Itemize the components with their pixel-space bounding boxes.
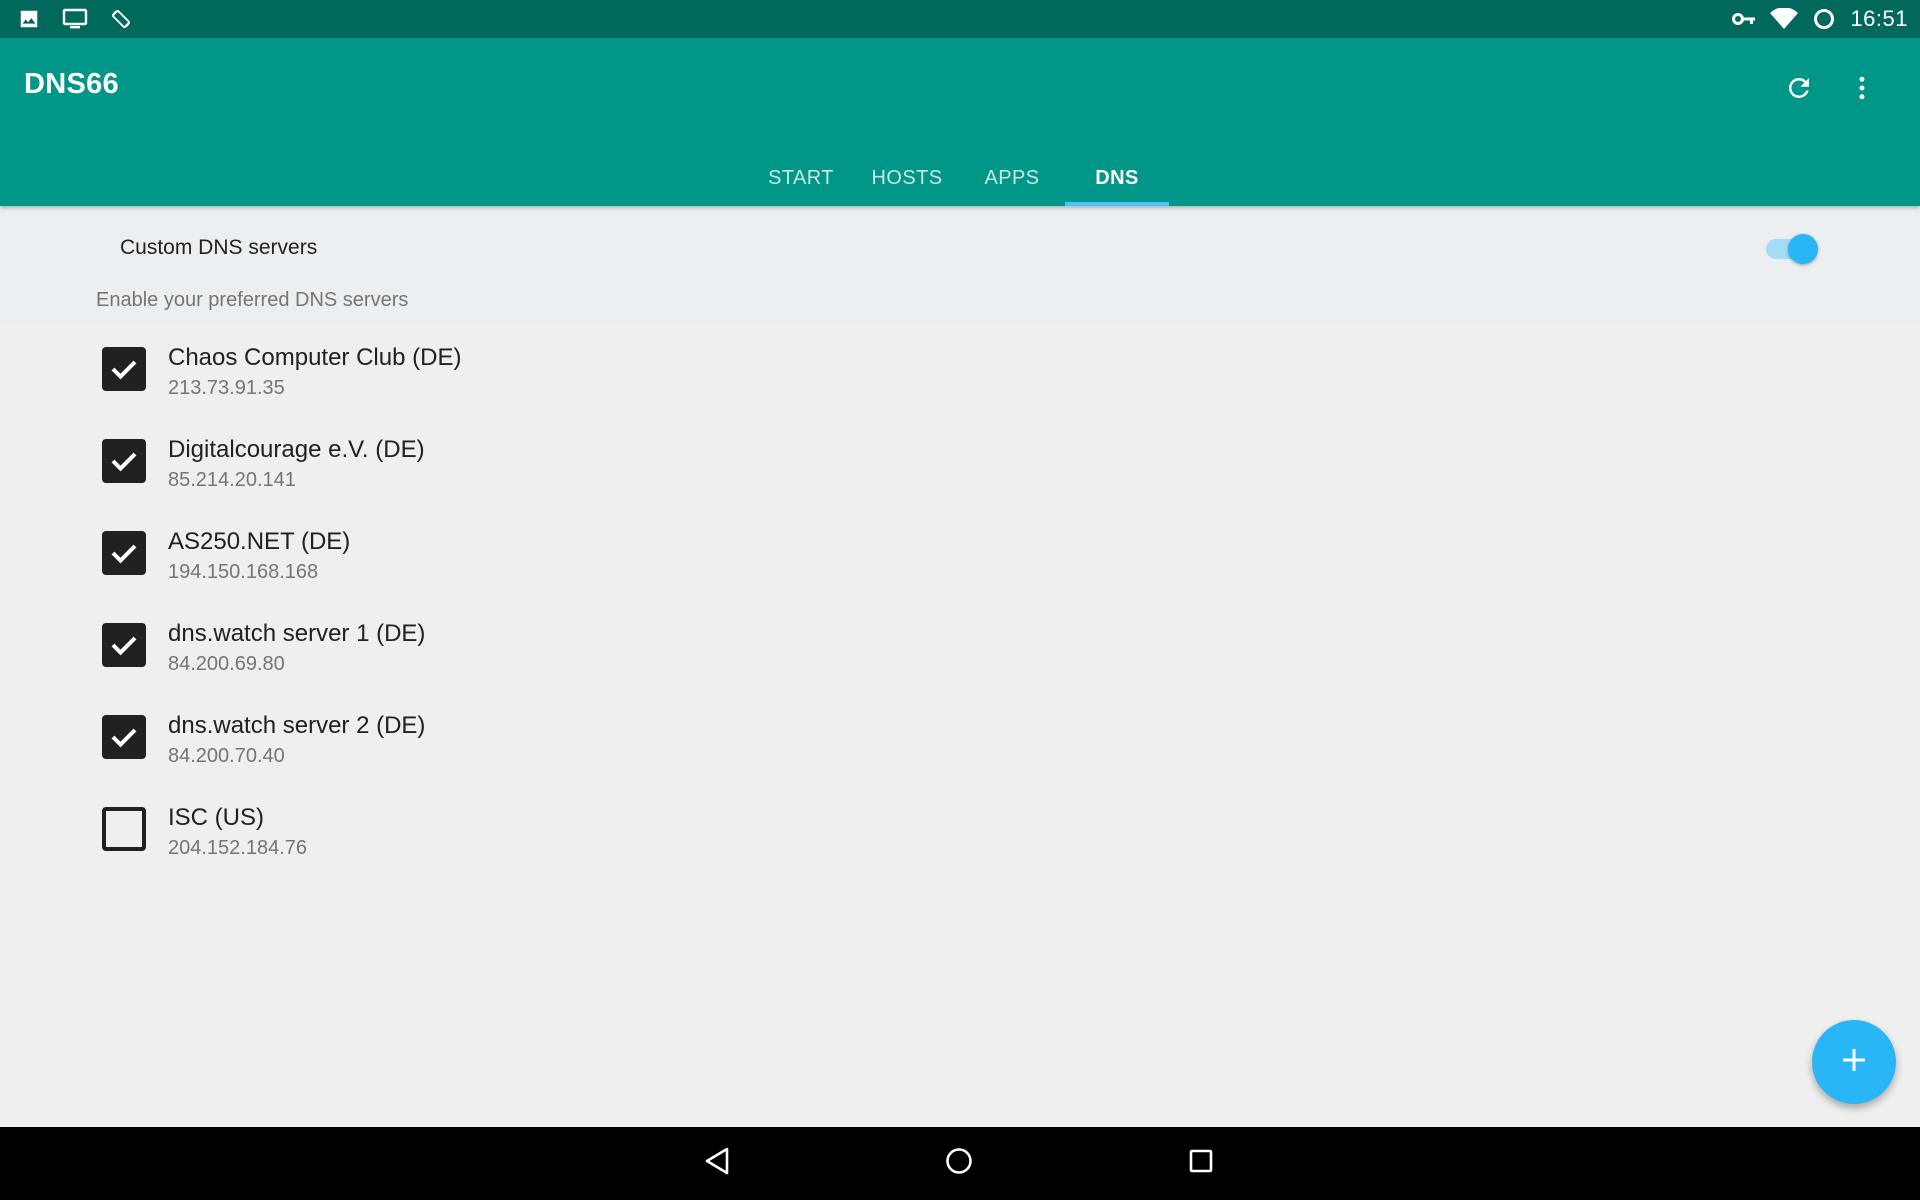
tab-hosts[interactable]: HOSTS bbox=[862, 150, 952, 206]
dns-server-item[interactable]: Chaos Computer Club (DE) 213.73.91.35 bbox=[0, 330, 1920, 422]
dns-server-ip: 84.200.69.80 bbox=[168, 653, 285, 675]
status-system: 16:51 bbox=[1718, 6, 1908, 32]
tab-indicator bbox=[1065, 202, 1169, 206]
recents-button[interactable] bbox=[1173, 1137, 1229, 1189]
dns-server-name: dns.watch server 2 (DE) bbox=[168, 712, 426, 739]
check-icon bbox=[111, 636, 137, 656]
tab-start[interactable]: START bbox=[756, 150, 846, 206]
status-notifications bbox=[18, 8, 154, 30]
app-title: DNS66 bbox=[24, 68, 119, 100]
dns-server-name: dns.watch server 1 (DE) bbox=[168, 620, 426, 647]
custom-dns-header: Custom DNS servers Enable your preferred… bbox=[0, 206, 1920, 324]
screen-rotation-icon bbox=[110, 8, 132, 30]
dns-server-item[interactable]: AS250.NET (DE) 194.150.168.168 bbox=[0, 514, 1920, 606]
status-clock: 16:51 bbox=[1850, 6, 1908, 31]
sync-circle-icon bbox=[1812, 7, 1836, 31]
home-button[interactable] bbox=[931, 1137, 987, 1189]
app-bar: DNS66 START HOSTS APPS DNS bbox=[0, 38, 1920, 206]
dns-server-checkbox[interactable] bbox=[102, 807, 146, 851]
dns-server-name: Chaos Computer Club (DE) bbox=[168, 344, 462, 371]
dns-server-checkbox[interactable] bbox=[102, 623, 146, 667]
status-bar: 16:51 bbox=[0, 0, 1920, 38]
dns-server-ip: 204.152.184.76 bbox=[168, 837, 308, 859]
check-icon bbox=[111, 728, 137, 748]
back-button[interactable] bbox=[689, 1137, 745, 1189]
dns-server-item[interactable]: Digitalcourage e.V. (DE) 85.214.20.141 bbox=[0, 422, 1920, 514]
vpn-key-icon bbox=[1732, 9, 1756, 29]
image-icon bbox=[18, 8, 40, 30]
dns-server-item[interactable]: dns.watch server 2 (DE) 84.200.70.40 bbox=[0, 698, 1920, 790]
back-icon bbox=[702, 1146, 732, 1181]
tab-dns[interactable]: DNS bbox=[1065, 150, 1169, 206]
wifi-icon bbox=[1770, 8, 1799, 30]
dns-server-checkbox[interactable] bbox=[102, 715, 146, 759]
dns-server-name: AS250.NET (DE) bbox=[168, 528, 351, 555]
add-dns-server-button[interactable] bbox=[1812, 1020, 1896, 1104]
dns-server-checkbox[interactable] bbox=[102, 347, 146, 391]
home-icon bbox=[944, 1146, 974, 1181]
dns-server-name: Digitalcourage e.V. (DE) bbox=[168, 436, 425, 463]
custom-dns-title: Custom DNS servers bbox=[120, 236, 318, 259]
custom-dns-summary: Enable your preferred DNS servers bbox=[96, 289, 409, 311]
dns-server-item[interactable]: dns.watch server 1 (DE) 84.200.69.80 bbox=[0, 606, 1920, 698]
more-vert-icon bbox=[1847, 73, 1877, 108]
recents-icon bbox=[1187, 1147, 1215, 1180]
switch-thumb bbox=[1788, 234, 1818, 264]
refresh-icon bbox=[1784, 73, 1814, 108]
tab-bar: START HOSTS APPS DNS bbox=[0, 150, 1920, 206]
cast-screen-icon bbox=[62, 8, 88, 30]
check-icon bbox=[111, 452, 137, 472]
dns-server-checkbox[interactable] bbox=[102, 439, 146, 483]
dns-server-ip: 194.150.168.168 bbox=[168, 561, 319, 583]
check-icon bbox=[111, 360, 137, 380]
dns-server-ip: 213.73.91.35 bbox=[168, 377, 285, 399]
dns-server-ip: 84.200.70.40 bbox=[168, 745, 285, 767]
dns-server-checkbox[interactable] bbox=[102, 531, 146, 575]
custom-dns-switch[interactable] bbox=[1764, 226, 1820, 266]
navigation-bar bbox=[0, 1127, 1920, 1200]
dns-server-item[interactable]: ISC (US) 204.152.184.76 bbox=[0, 790, 1920, 882]
add-icon bbox=[1841, 1047, 1867, 1078]
refresh-button[interactable] bbox=[1775, 66, 1823, 114]
more-options-button[interactable] bbox=[1838, 66, 1886, 114]
dns-server-name: ISC (US) bbox=[168, 804, 264, 831]
tab-apps[interactable]: APPS bbox=[968, 150, 1056, 206]
check-icon bbox=[111, 544, 137, 564]
dns-server-ip: 85.214.20.141 bbox=[168, 469, 296, 491]
